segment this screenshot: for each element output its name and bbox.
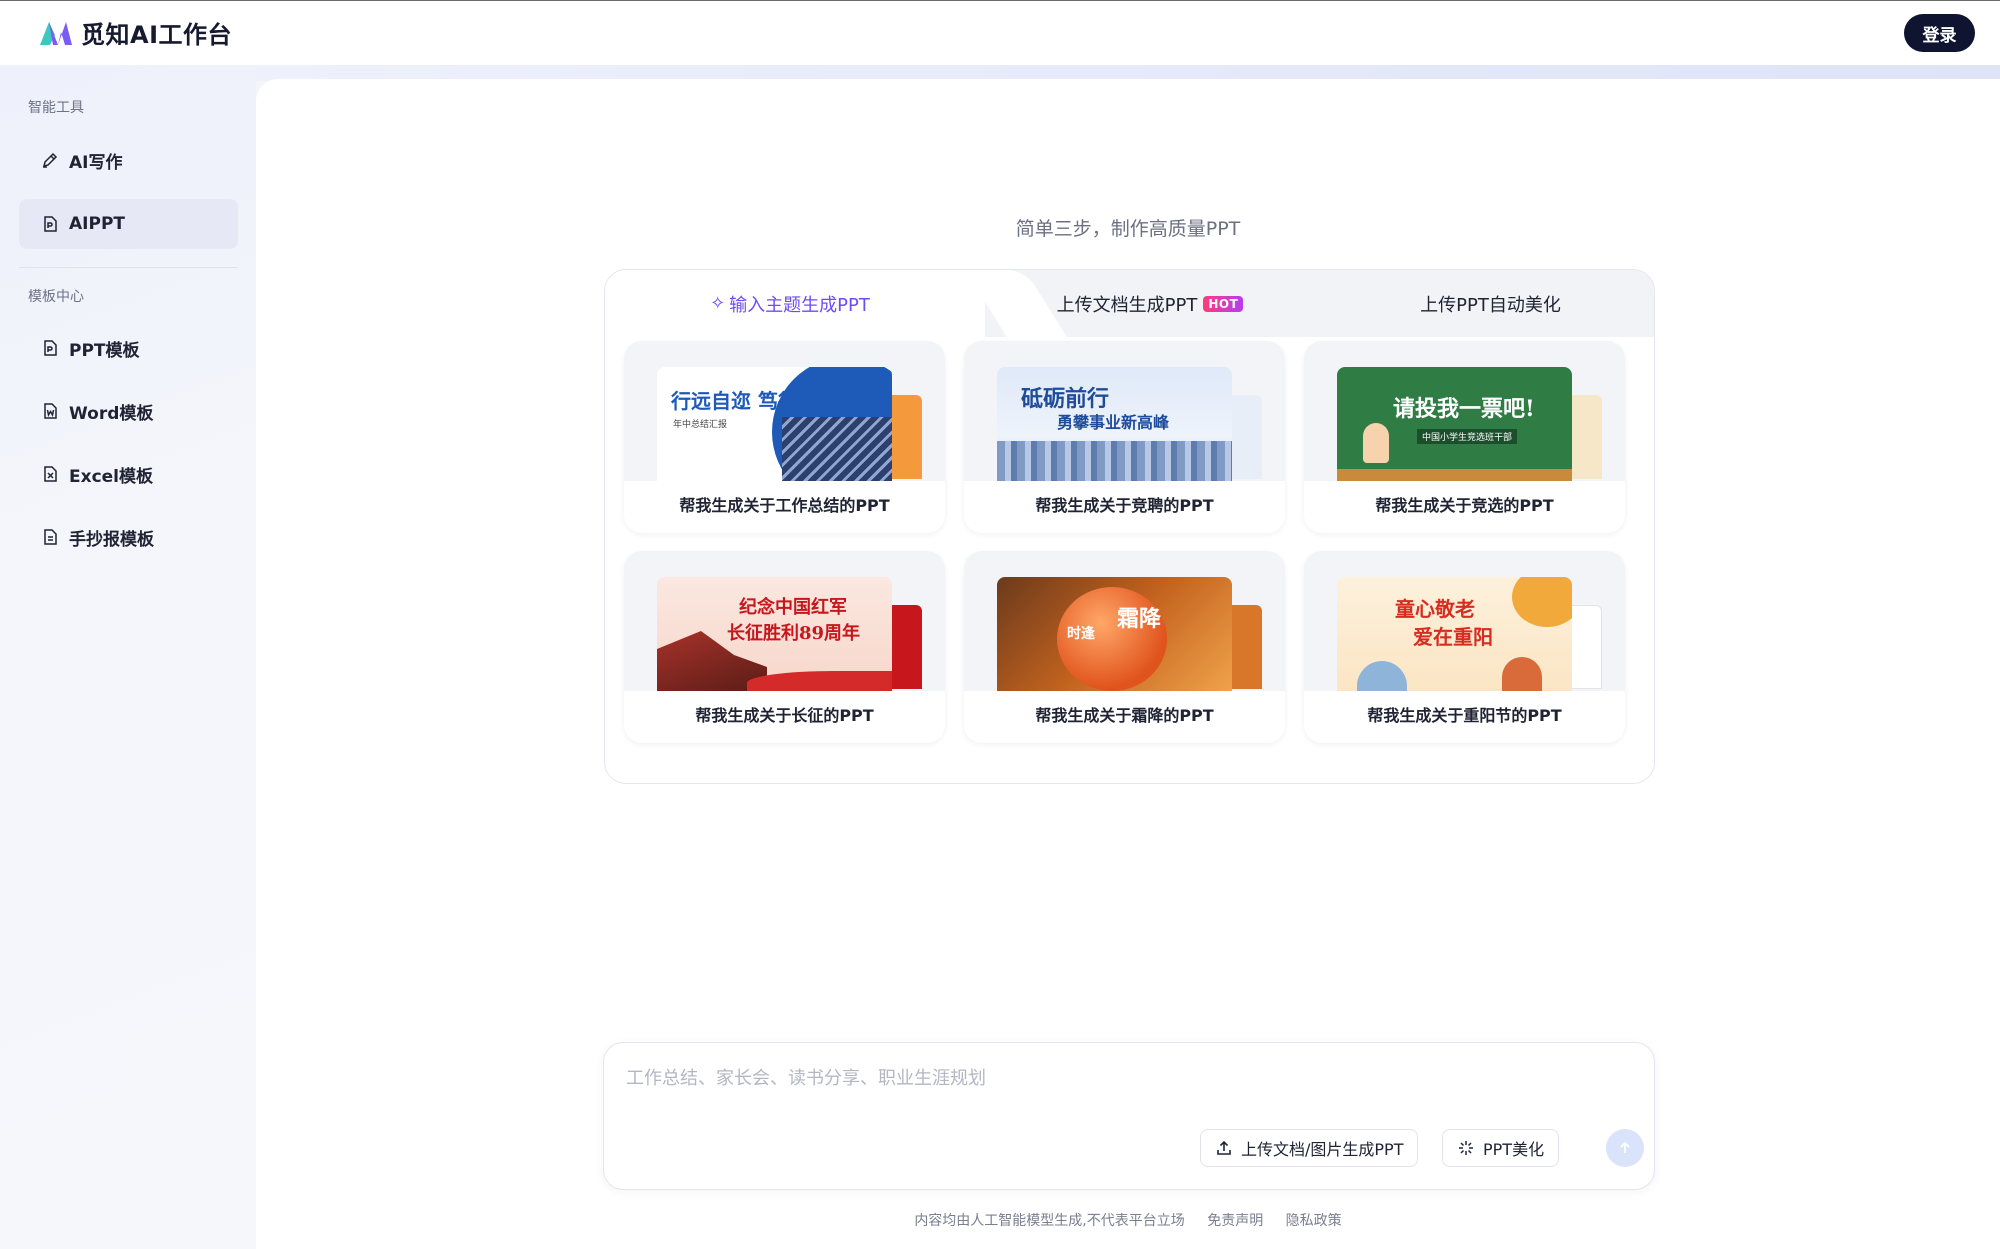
sidebar-section-templates: 模板中心 [28,289,84,305]
card-label: 帮我生成关于竞选的PPT [1304,481,1625,533]
template-card-double-ninth[interactable]: 童心敬老 爱在重阳 帮我生成关于重阳节的PPT [1304,551,1625,743]
sidebar-item-word-templates[interactable]: Word模板 [19,386,238,436]
sidebar-item-label: Excel模板 [69,466,154,487]
template-thumbnail: 砥砺前行 勇攀事业新高峰 [997,367,1232,481]
tab-label: 上传PPT自动美化 [1420,294,1561,316]
card-label: 帮我生成关于长征的PPT [624,691,945,743]
page-subtitle: 简单三步，制作高质量PPT [1015,218,1241,240]
sidebar-item-label: AIPPT [69,214,125,234]
card-label: 帮我生成关于竞聘的PPT [964,481,1285,533]
send-button[interactable] [1606,1129,1644,1167]
sidebar-section-tools: 智能工具 [28,100,84,116]
app-title: 觅知AI工作台 [81,21,233,49]
ppt-beautify-button[interactable]: PPT美化 [1442,1129,1560,1167]
template-thumbnail: 童心敬老 爱在重阳 [1337,577,1572,691]
main-panel: 简单三步，制作高质量PPT ✧ 输入主题生成PPT 上传文档生成PPT HOT … [256,79,2000,1249]
prompt-input[interactable] [626,1063,1606,1093]
pen-icon [42,152,58,168]
sparkle-icon: ✧ [710,293,726,314]
template-thumbnail: 霜降 时逢 [997,577,1232,691]
sidebar-item-label: AI写作 [69,152,123,173]
upload-button-label: 上传文档/图片生成PPT [1241,1140,1404,1159]
template-thumbnail: 行远自迩 笃行不怠 年中总结汇报 [657,367,892,481]
hot-badge: HOT [1203,295,1244,312]
logo-icon [40,21,72,45]
template-card-long-march[interactable]: 纪念中国红军 长征胜利89周年 帮我生成关于长征的PPT [624,551,945,743]
template-card-job-competition[interactable]: 砥砺前行 勇攀事业新高峰 帮我生成关于竞聘的PPT [964,341,1285,533]
privacy-link[interactable]: 隐私政策 [1286,1213,1342,1229]
tab-topic-generate[interactable]: ✧ 输入主题生成PPT [605,270,975,337]
sidebar-item-label: PPT模板 [69,340,140,361]
generator-panel: ✧ 输入主题生成PPT 上传文档生成PPT HOT 上传PPT自动美化 行远自迩… [604,269,1655,784]
template-card-work-summary[interactable]: 行远自迩 笃行不怠 年中总结汇报 帮我生成关于工作总结的PPT [624,341,945,533]
upload-document-button[interactable]: 上传文档/图片生成PPT [1200,1129,1419,1167]
ppt-file-icon [44,216,57,232]
sparkle-burst-icon [1459,1141,1473,1155]
tab-upload-document[interactable]: 上传文档生成PPT HOT [985,270,1315,337]
card-label: 帮我生成关于霜降的PPT [964,691,1285,743]
arrow-up-icon [1620,1141,1630,1153]
sidebar: 智能工具 AI写作 AIPPT 模板中心 PPT模板 Word模板 Excel模… [0,65,256,1249]
template-thumbnail: 请投我一票吧! 中国小学生竞选班干部 [1337,367,1572,481]
app-logo[interactable]: 觅知AI工作台 [38,15,232,50]
tab-label: 输入主题生成PPT [729,294,870,316]
sidebar-item-aippt[interactable]: AIPPT [19,199,238,249]
sidebar-item-ai-writing[interactable]: AI写作 [19,135,238,185]
upload-icon [1217,1140,1231,1155]
beautify-button-label: PPT美化 [1483,1140,1545,1159]
sidebar-item-poster-templates[interactable]: 手抄报模板 [19,512,238,562]
card-label: 帮我生成关于重阳节的PPT [1304,691,1625,743]
ppt-template-icon [44,340,57,356]
footer-notice: 内容均由人工智能模型生成,不代表平台立场 [914,1213,1185,1229]
sidebar-item-label: 手抄报模板 [69,529,154,550]
tab-label: 上传文档生成PPT [1056,294,1198,316]
top-bar: 觅知AI工作台 登录 [0,0,2000,65]
word-icon [44,403,57,419]
excel-icon [44,466,57,482]
prompt-composer: 上传文档/图片生成PPT PPT美化 [603,1042,1655,1190]
disclaimer-link[interactable]: 免责声明 [1207,1213,1263,1229]
sidebar-divider [19,267,238,268]
template-card-frost-descent[interactable]: 霜降 时逢 帮我生成关于霜降的PPT [964,551,1285,743]
template-thumbnail: 纪念中国红军 长征胜利89周年 [657,577,892,691]
tab-content: 行远自迩 笃行不怠 年中总结汇报 帮我生成关于工作总结的PPT 砥砺前行 勇攀事… [605,337,1654,783]
footer: 内容均由人工智能模型生成,不代表平台立场 免责声明 隐私政策 [256,1210,2000,1230]
document-icon [44,529,57,545]
sidebar-item-excel-templates[interactable]: Excel模板 [19,449,238,499]
sidebar-item-label: Word模板 [69,403,154,424]
login-button[interactable]: 登录 [1904,14,1975,52]
card-label: 帮我生成关于工作总结的PPT [624,481,945,533]
sidebar-item-ppt-templates[interactable]: PPT模板 [19,323,238,373]
tab-beautify-ppt[interactable]: 上传PPT自动美化 [1325,270,1654,337]
template-card-election[interactable]: 请投我一票吧! 中国小学生竞选班干部 帮我生成关于竞选的PPT [1304,341,1625,533]
